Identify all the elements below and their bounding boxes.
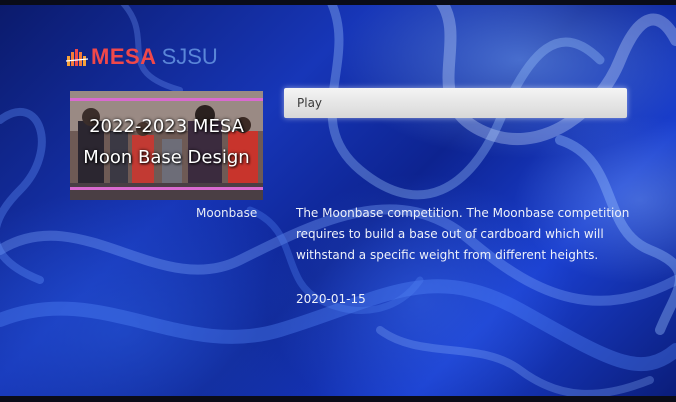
screen-bezel-bottom: [0, 396, 676, 402]
mesa-logo-icon: [66, 49, 88, 66]
video-thumbnail[interactable]: 2022-2023 MESA Moon Base Design: [70, 91, 263, 200]
thumbnail-title-line1: 2022-2023 MESA: [89, 116, 244, 137]
thumbnail-stripe-top: [70, 98, 263, 101]
screen-bezel-top: [0, 0, 676, 5]
play-button[interactable]: Play: [284, 88, 627, 118]
thumbnail-stripe-bottom: [70, 187, 263, 190]
thumbnail-title-line2: Moon Base Design: [83, 147, 250, 168]
video-label: Moonbase: [196, 206, 258, 220]
tv-screen: MESA SJSU 2022-2023 MESA Moon Base Desig…: [0, 0, 676, 402]
play-button-label: Play: [297, 96, 323, 110]
video-date: 2020-01-15: [296, 292, 366, 306]
thumbnail-title: 2022-2023 MESA Moon Base Design: [70, 111, 263, 173]
logo-text-mesa: MESA: [91, 44, 157, 69]
logo-text-sjsu: SJSU: [161, 44, 218, 69]
video-description: The Moonbase competition. The Moonbase c…: [296, 206, 630, 262]
mesa-sjsu-logo: MESA SJSU: [66, 44, 218, 70]
